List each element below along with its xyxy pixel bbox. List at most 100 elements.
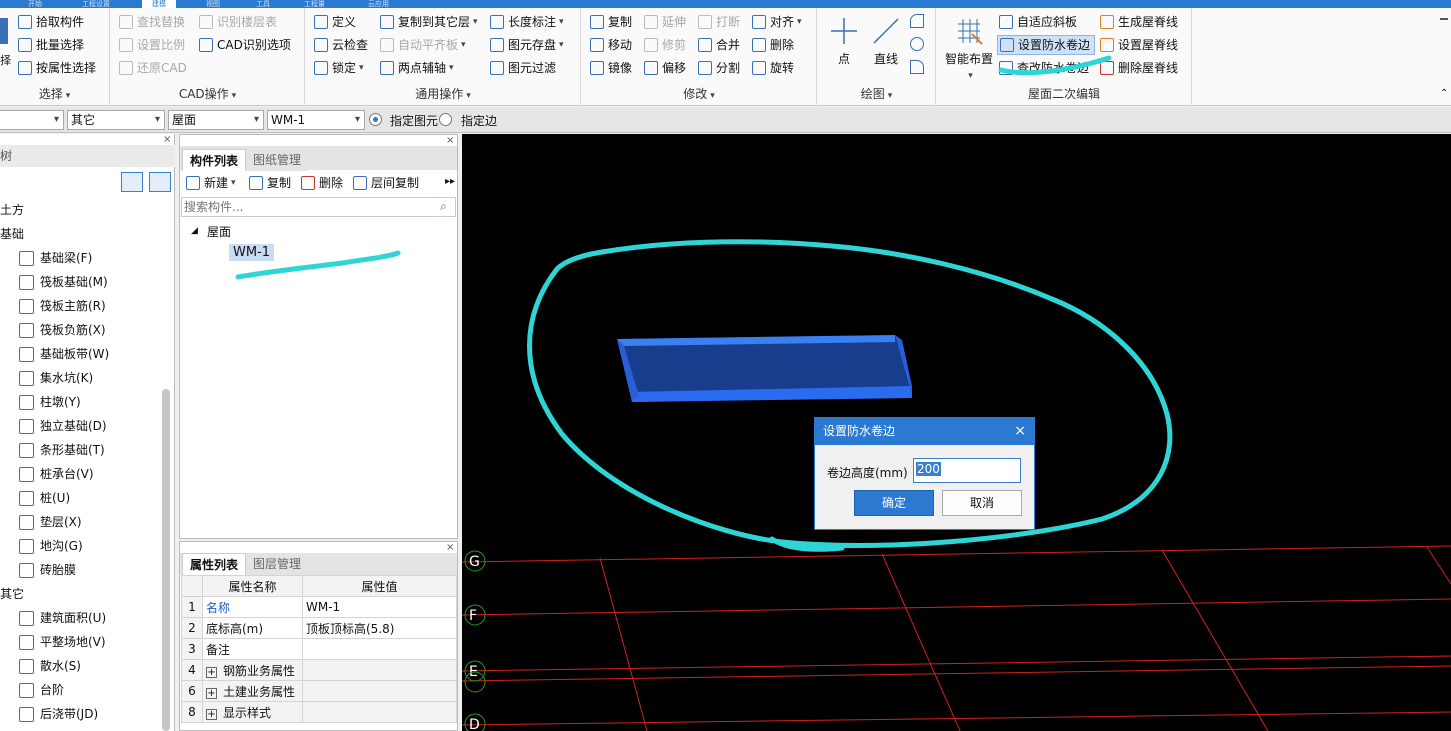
restore-cad-button[interactable]: 还原CAD bbox=[119, 58, 187, 78]
length-dimension-button[interactable]: 长度标注 ▾ bbox=[490, 12, 564, 32]
property-value-cell[interactable] bbox=[302, 680, 457, 702]
tree-item[interactable]: 后浇带(JD) bbox=[0, 703, 98, 725]
dialog-close-icon[interactable]: × bbox=[1014, 418, 1026, 445]
tab-drawing-management[interactable]: 图纸管理 bbox=[246, 149, 309, 171]
tree-cat-earthwork[interactable]: 土方 bbox=[0, 199, 24, 221]
copy-button[interactable]: 复制 bbox=[590, 12, 632, 32]
select-big-icon[interactable] bbox=[0, 18, 8, 44]
property-value-cell[interactable] bbox=[302, 638, 457, 660]
component-select[interactable]: WM-1 bbox=[267, 110, 365, 130]
tree-scrollbar[interactable] bbox=[162, 389, 170, 731]
tree-item[interactable]: 基础板带(W) bbox=[0, 343, 109, 365]
property-value-cell[interactable]: 顶板顶标高(5.8) bbox=[302, 617, 457, 639]
tree-item[interactable]: 地沟(G) bbox=[0, 535, 83, 557]
tree-item[interactable]: 筏板负筋(X) bbox=[0, 319, 106, 341]
property-value-cell[interactable] bbox=[302, 701, 457, 723]
recognize-floor-table-button[interactable]: 识别楼层表 bbox=[199, 12, 277, 32]
copy-between-floors-button[interactable]: 层间复制 bbox=[353, 173, 419, 193]
tab-view[interactable]: 视图 bbox=[206, 0, 220, 8]
tree-node-roof[interactable]: 屋面 bbox=[207, 223, 231, 240]
smart-layout-button[interactable]: 智能布置 ▾ bbox=[941, 16, 997, 81]
tab-component-list[interactable]: 构件列表 bbox=[182, 149, 247, 171]
move-button[interactable]: 移动 bbox=[590, 35, 632, 55]
lock-button[interactable]: 锁定 ▾ bbox=[314, 58, 364, 78]
tree-item[interactable]: 散水(S) bbox=[0, 655, 81, 677]
extend-button[interactable]: 延伸 bbox=[644, 12, 686, 32]
table-row[interactable]: 3 备注 bbox=[181, 638, 457, 660]
table-row[interactable]: 4 + 钢筋业务属性 bbox=[181, 659, 457, 681]
curl-height-input[interactable]: 200 bbox=[913, 458, 1021, 483]
specify-element-radio[interactable] bbox=[369, 113, 382, 126]
pick-component-button[interactable]: 拾取构件 bbox=[18, 12, 84, 32]
circle-icon[interactable] bbox=[910, 37, 924, 51]
type-select[interactable]: 屋面 bbox=[168, 110, 264, 130]
tree-item[interactable]: 独立基础(D) bbox=[0, 415, 107, 437]
general-group-title[interactable]: 通用操作 ▾ bbox=[306, 85, 580, 102]
curve-icon[interactable] bbox=[910, 60, 924, 74]
close-icon[interactable]: × bbox=[446, 135, 454, 146]
list-view-icon[interactable] bbox=[121, 172, 143, 192]
tab-layer-management[interactable]: 图层管理 bbox=[246, 553, 309, 575]
adaptive-slope-slab-button[interactable]: 自适应斜板 bbox=[999, 12, 1077, 32]
tree-item[interactable]: 柱墩(Y) bbox=[0, 391, 81, 413]
component-search-input[interactable] bbox=[181, 197, 456, 217]
tab-property-list[interactable]: 属性列表 bbox=[182, 553, 247, 575]
tab-modeling[interactable]: 建模 bbox=[142, 0, 176, 8]
copy-to-other-floor-button[interactable]: 复制到其它层 ▾ bbox=[380, 12, 478, 32]
dialog-cancel-button[interactable]: 取消 bbox=[942, 490, 1022, 516]
delete-component-button[interactable]: 删除 bbox=[301, 173, 343, 193]
expand-icon[interactable]: + bbox=[206, 708, 217, 720]
line-button[interactable]: 直线 bbox=[870, 16, 902, 67]
close-icon[interactable]: × bbox=[446, 542, 454, 553]
tree-item[interactable]: 桩承台(V) bbox=[0, 463, 94, 485]
tree-cat-foundation[interactable]: 基础 bbox=[0, 223, 24, 245]
break-button[interactable]: 打断 bbox=[698, 12, 740, 32]
dialog-ok-button[interactable]: 确定 bbox=[854, 490, 934, 516]
two-point-axis-button[interactable]: 两点辅轴 ▾ bbox=[380, 58, 454, 78]
offset-button[interactable]: 偏移 bbox=[644, 58, 686, 78]
floor-select[interactable] bbox=[0, 110, 64, 130]
batch-select-button[interactable]: 批量选择 bbox=[18, 35, 84, 55]
split-button[interactable]: 分割 bbox=[698, 58, 740, 78]
minimize-icon[interactable] bbox=[1440, 18, 1448, 20]
table-row[interactable]: 6 + 土建业务属性 bbox=[181, 680, 457, 702]
element-filter-button[interactable]: 图元过滤 bbox=[490, 58, 556, 78]
tree-item[interactable]: 条形基础(T) bbox=[0, 439, 105, 461]
merge-button[interactable]: 合并 bbox=[698, 35, 740, 55]
align-button[interactable]: 对齐 ▾ bbox=[752, 12, 802, 32]
property-value-cell[interactable]: WM-1 bbox=[302, 596, 457, 618]
select-group-title[interactable]: 选择 ▾ bbox=[0, 85, 109, 102]
draw-group-title[interactable]: 绘图 ▾ bbox=[818, 85, 935, 102]
define-button[interactable]: 定义 bbox=[314, 12, 356, 32]
new-component-button[interactable]: 新建 ▾ bbox=[186, 173, 236, 193]
tree-item[interactable]: 筏板基础(M) bbox=[0, 271, 108, 293]
tab-cloud[interactable]: 云应用 bbox=[368, 0, 389, 8]
tree-item[interactable]: 台阶 bbox=[0, 679, 64, 701]
cad-group-title[interactable]: CAD操作 ▾ bbox=[111, 85, 304, 102]
detail-view-icon[interactable] bbox=[149, 172, 171, 192]
expand-icon[interactable]: + bbox=[206, 666, 217, 678]
mirror-button[interactable]: 镜像 bbox=[590, 58, 632, 78]
roof-slab-wm1[interactable] bbox=[617, 335, 912, 402]
close-icon[interactable]: × bbox=[163, 134, 171, 145]
table-row[interactable]: 8 + 显示样式 bbox=[181, 701, 457, 723]
expand-icon[interactable]: + bbox=[206, 687, 217, 699]
cloud-check-button[interactable]: 云检查 bbox=[314, 35, 368, 55]
tree-item[interactable]: 建筑面积(U) bbox=[0, 607, 106, 629]
table-row[interactable]: 2 底标高(m) 顶板顶标高(5.8) bbox=[181, 617, 457, 639]
tree-item[interactable]: 平整场地(V) bbox=[0, 631, 106, 653]
tree-cat-other[interactable]: 其它 bbox=[0, 583, 24, 605]
property-value-cell[interactable] bbox=[302, 659, 457, 681]
rotate-button[interactable]: 旋转 bbox=[752, 58, 794, 78]
table-row[interactable]: 1 名称 WM-1 bbox=[181, 596, 457, 618]
tree-item[interactable]: 基础梁(F) bbox=[0, 247, 92, 269]
save-element-button[interactable]: 图元存盘 ▾ bbox=[490, 35, 564, 55]
category-select[interactable]: 其它 bbox=[67, 110, 165, 130]
tab-project-settings[interactable]: 工程设置 bbox=[82, 0, 110, 8]
tab-start[interactable]: 开始 bbox=[28, 0, 42, 8]
copy-component-button[interactable]: 复制 bbox=[249, 173, 291, 193]
generate-ridge-line-button[interactable]: 生成屋脊线 bbox=[1100, 12, 1178, 32]
point-button[interactable]: 点 bbox=[828, 16, 860, 67]
set-scale-button[interactable]: 设置比例 bbox=[119, 35, 185, 55]
modify-group-title[interactable]: 修改 ▾ bbox=[582, 85, 816, 102]
